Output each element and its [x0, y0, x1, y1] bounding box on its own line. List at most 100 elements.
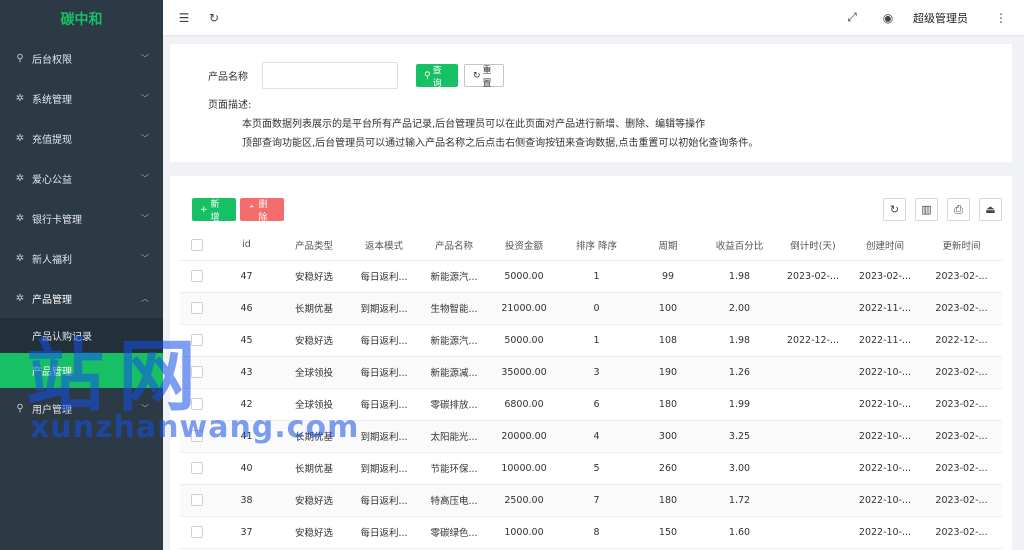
globe-icon[interactable]: ◉ [873, 11, 903, 25]
sidebar-item-newbie-benefits[interactable]: ✲ 新人福利 ﹀ [0, 238, 163, 278]
table-row[interactable]: 46 长期优基 到期返利... 生物智能... 21000.00 0 100 2.00 2022… [180, 292, 1002, 325]
chevron-down-icon: ﹀ [141, 93, 149, 103]
column-header[interactable]: 倒计时(天) [777, 230, 849, 261]
column-header[interactable]: 产品名称 [419, 230, 489, 261]
table-cell: 2022-10-... [849, 356, 921, 389]
row-checkbox[interactable] [191, 366, 203, 378]
collapse-menu-icon[interactable]: ☰ [169, 11, 199, 25]
table-cell: 1.99 [702, 388, 777, 421]
sidebar-item-user-management[interactable]: ⚲ 用户管理 ﹀ [0, 388, 163, 428]
reset-button[interactable]: ↻ 重置 [464, 64, 504, 89]
table-row[interactable]: 37 安稳好选 每日返利... 零碳绿色... 1000.00 8 150 1.60 2022-… [180, 516, 1002, 549]
table-cell: 1.26 [702, 356, 777, 389]
top-header: ☰ ↻ ⤢ ◉ 超级管理员 ⋮ [163, 0, 1024, 36]
refresh-icon[interactable]: ↻ [199, 11, 229, 25]
table-cell: 每日返利... [349, 484, 419, 517]
table-cell: 每日返利... [349, 260, 419, 293]
query-button[interactable]: ⚲ 查询 [416, 64, 458, 89]
table-cell: 3.25 [702, 420, 777, 453]
table-cell: 1.72 [702, 484, 777, 517]
select-all-checkbox[interactable] [191, 238, 203, 251]
columns-icon[interactable]: ▥ [915, 198, 938, 221]
table-cell: 2023-02-... [921, 388, 1002, 421]
column-header[interactable]: 收益百分比 [702, 230, 777, 261]
sidebar-subitem-subscription-records[interactable]: 产品认购记录 [0, 318, 163, 353]
sidebar-item-admin-permissions[interactable]: ⚲ 后台权限 ﹀ [0, 38, 163, 78]
sidebar-item-bank-card[interactable]: ✲ 银行卡管理 ﹀ [0, 198, 163, 238]
refresh-icon[interactable]: ↻ [883, 198, 906, 221]
table-cell: 42 [214, 388, 279, 421]
table-cell: 2023-02-... [921, 516, 1002, 549]
row-checkbox[interactable] [191, 462, 203, 474]
row-checkbox[interactable] [191, 270, 203, 282]
table-cell [777, 388, 849, 421]
row-checkbox[interactable] [191, 398, 203, 410]
table-cell: 新能源汽... [419, 324, 489, 357]
column-header[interactable]: 更新时间 [921, 230, 1002, 261]
table-cell: 2023-02-... [921, 356, 1002, 389]
column-header[interactable]: 周期 [634, 230, 702, 261]
table-cell: 1 [559, 324, 634, 357]
print-icon[interactable]: ⎙ [947, 198, 970, 221]
table-cell: 6 [559, 388, 634, 421]
row-checkbox[interactable] [191, 334, 203, 346]
table-cell: 每日返利... [349, 516, 419, 549]
table-cell: 300 [634, 420, 702, 453]
row-checkbox[interactable] [191, 526, 203, 538]
table-cell: 3.00 [702, 452, 777, 485]
table-cell: 21000.00 [489, 292, 559, 325]
column-header[interactable]: 投资金额 [489, 230, 559, 261]
table-cell: 到期返利... [349, 292, 419, 325]
table-cell: 全球领投 [279, 356, 349, 389]
sidebar-item-recharge[interactable]: ✲ 充值提现 ﹀ [0, 118, 163, 158]
sidebar-item-charity[interactable]: ✲ 爱心公益 ﹀ [0, 158, 163, 198]
delete-button[interactable]: ⌃ 删除 [240, 198, 284, 223]
sidebar-item-product-management[interactable]: ✲ 产品管理 ︿ [0, 278, 163, 318]
table-panel: + 新增 ⌃ 删除 ↻ ▥ ⎙ ⏏ id 产品类型 返本模式 产品名称 投资金额… [170, 176, 1012, 550]
table-row[interactable]: 41 长期优基 到期返利... 太阳能光... 20000.00 4 300 3.25 2022… [180, 420, 1002, 453]
table-row[interactable]: 40 长期优基 到期返利... 节能环保... 10000.00 5 260 3.00 2022… [180, 452, 1002, 485]
sidebar-item-system[interactable]: ✲ 系统管理 ﹀ [0, 78, 163, 118]
search-icon: ⚲ [424, 70, 431, 81]
table-cell: 10000.00 [489, 452, 559, 485]
page-description: 页面描述: 本页面数据列表展示的是平台所有产品记录,后台管理员可以在此页面对产品… [208, 96, 758, 153]
more-icon[interactable]: ⋮ [986, 11, 1016, 25]
table-row[interactable]: 43 全球领投 每日返利... 新能源减... 35000.00 3 190 1.26 2022… [180, 356, 1002, 389]
sidebar-item-label: 系统管理 [32, 94, 72, 106]
table-cell: 20000.00 [489, 420, 559, 453]
table-cell [777, 356, 849, 389]
table-row[interactable]: 42 全球领投 每日返利... 零碳排放... 6800.00 6 180 1.99 2022-… [180, 388, 1002, 421]
table-cell: 每日返利... [349, 388, 419, 421]
product-name-label: 产品名称 [208, 72, 248, 83]
plus-icon: + [200, 204, 208, 215]
delete-icon: ⌃ [248, 204, 256, 215]
table-row[interactable]: 38 安稳好选 每日返利... 特高压电... 2500.00 7 180 1.72 2022-… [180, 484, 1002, 517]
chevron-down-icon: ﹀ [141, 253, 149, 263]
sidebar-item-label: 银行卡管理 [32, 214, 82, 226]
product-name-input[interactable] [262, 62, 398, 89]
sidebar-subitem-products[interactable]: 产品管理 [0, 353, 163, 388]
chevron-down-icon: ﹀ [141, 173, 149, 183]
table-row[interactable]: 45 安稳好选 每日返利... 新能源汽... 5000.00 1 108 1.98 2022-… [180, 324, 1002, 357]
admin-username[interactable]: 超级管理员 [913, 10, 968, 26]
table-cell: 长期优基 [279, 292, 349, 325]
table-cell: 35000.00 [489, 356, 559, 389]
row-checkbox[interactable] [191, 494, 203, 506]
fullscreen-icon[interactable]: ⤢ [837, 10, 867, 25]
column-header[interactable]: id [214, 230, 279, 261]
export-icon[interactable]: ⏏ [979, 198, 1002, 221]
column-header[interactable]: 产品类型 [279, 230, 349, 261]
table-row[interactable]: 47 安稳好选 每日返利... 新能源汽... 5000.00 1 99 1.98 2023-0… [180, 260, 1002, 293]
table-cell: 2022-10-... [849, 388, 921, 421]
table-cell: 108 [634, 324, 702, 357]
column-header[interactable]: 排序 降序 [559, 230, 634, 261]
add-button[interactable]: + 新增 [192, 198, 236, 223]
table-cell: 46 [214, 292, 279, 325]
gear-icon: ✲ [15, 132, 25, 144]
table-cell: 3 [559, 356, 634, 389]
sidebar-item-label: 新人福利 [32, 254, 72, 266]
column-header[interactable]: 创建时间 [849, 230, 921, 261]
column-header[interactable]: 返本模式 [349, 230, 419, 261]
row-checkbox[interactable] [191, 302, 203, 314]
row-checkbox[interactable] [191, 430, 203, 442]
